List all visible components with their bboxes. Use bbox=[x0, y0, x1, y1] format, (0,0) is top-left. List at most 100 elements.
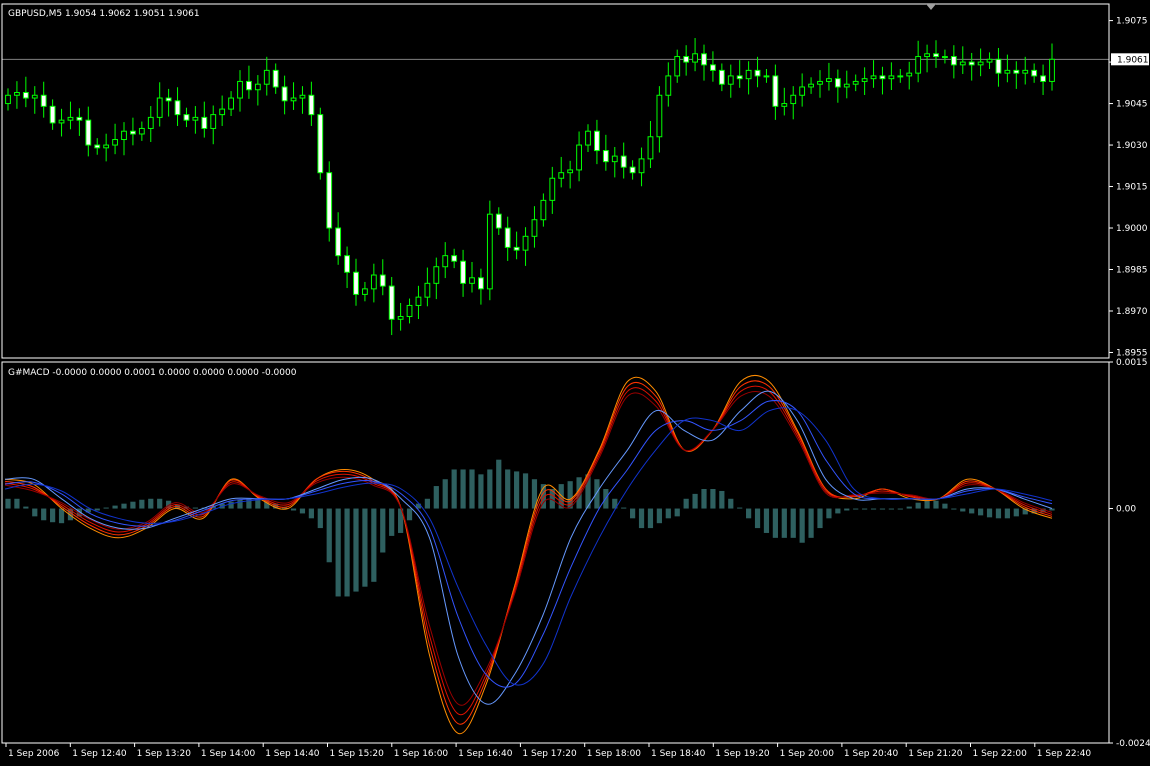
candle-body bbox=[424, 282, 431, 298]
candle-body bbox=[852, 80, 859, 85]
macd-histogram-bar bbox=[1004, 508, 1010, 519]
candle-body bbox=[22, 92, 29, 99]
macd-histogram-bar bbox=[130, 501, 136, 509]
candle-body bbox=[290, 97, 297, 102]
candle-body bbox=[629, 166, 636, 174]
candle-body bbox=[486, 213, 493, 290]
time-axis-label: 1 Sep 12:40 bbox=[72, 749, 127, 759]
macd-histogram-bar bbox=[933, 500, 939, 509]
macd-histogram-bar bbox=[897, 508, 903, 510]
time-axis-label: 1 Sep 18:40 bbox=[651, 749, 706, 759]
candle-body bbox=[67, 116, 74, 121]
price-scale-label: 1.9030 bbox=[1116, 141, 1148, 151]
candle-body bbox=[335, 227, 342, 257]
macd-histogram-bar bbox=[505, 469, 511, 509]
candle-body bbox=[692, 53, 698, 63]
macd-histogram-bar bbox=[862, 508, 868, 510]
candle-body bbox=[254, 83, 261, 91]
candle-body bbox=[397, 316, 404, 320]
macd-histogram-bar bbox=[424, 498, 430, 509]
candle-body bbox=[228, 97, 234, 110]
candle-body bbox=[210, 114, 217, 129]
price-scale-label: 1.8955 bbox=[1116, 348, 1148, 358]
candle-body bbox=[959, 61, 966, 66]
candle-body bbox=[897, 75, 904, 78]
macd-histogram-bar bbox=[665, 508, 671, 519]
macd-histogram-bar bbox=[317, 508, 323, 529]
macd-histogram-bar bbox=[139, 499, 145, 509]
candle-body bbox=[585, 130, 591, 146]
candle-body bbox=[49, 105, 56, 124]
macd-histogram-bar bbox=[478, 474, 484, 509]
macd-histogram-bar bbox=[817, 508, 823, 529]
candle-body bbox=[531, 219, 538, 237]
candle-body bbox=[763, 75, 770, 78]
candle-body bbox=[388, 285, 395, 320]
candle-body bbox=[379, 274, 386, 287]
candle-body bbox=[85, 119, 92, 146]
candle-body bbox=[602, 150, 609, 163]
macd-histogram-bar bbox=[790, 508, 796, 538]
candle-body bbox=[362, 288, 368, 295]
price-scale-label: 1.9075 bbox=[1116, 17, 1148, 27]
candle-body bbox=[826, 78, 832, 82]
candle-body bbox=[478, 277, 484, 290]
macd-histogram-bar bbox=[389, 508, 395, 536]
macd-histogram-bar bbox=[647, 508, 654, 529]
candle-body bbox=[683, 56, 690, 63]
macd-histogram-bar bbox=[326, 508, 332, 563]
candle-body bbox=[888, 75, 895, 80]
candle-body bbox=[415, 296, 422, 306]
time-axis-label: 1 Sep 20:00 bbox=[780, 749, 835, 759]
candle-body bbox=[344, 255, 350, 273]
macd-histogram-bar bbox=[808, 508, 814, 538]
macd-histogram-bar bbox=[192, 507, 198, 509]
macd-histogram-bar bbox=[951, 508, 957, 510]
candle-body bbox=[620, 155, 627, 168]
macd-histogram-bar bbox=[290, 508, 297, 511]
macd-histogram-bar bbox=[1049, 508, 1055, 511]
price-scale-label: 1.9000 bbox=[1116, 224, 1148, 234]
candle-body bbox=[656, 94, 663, 138]
macd-histogram-bar bbox=[853, 508, 859, 510]
macd-histogram-bar bbox=[915, 502, 921, 509]
candle-body bbox=[808, 83, 814, 88]
candle-body bbox=[594, 130, 600, 152]
macd-histogram-bar bbox=[121, 503, 127, 509]
indicator-scale-label: 0.0015 bbox=[1116, 358, 1148, 368]
candle-body bbox=[130, 130, 136, 135]
candle-body bbox=[183, 114, 190, 121]
macd-histogram-bar bbox=[371, 508, 377, 582]
macd-histogram-bar bbox=[58, 508, 65, 524]
macd-histogram-bar bbox=[228, 501, 234, 509]
candle-body bbox=[567, 169, 574, 174]
candle-body bbox=[308, 94, 315, 116]
macd-histogram-bar bbox=[5, 498, 11, 509]
macd-histogram-bar bbox=[594, 479, 600, 509]
candle-body bbox=[504, 227, 511, 248]
macd-histogram-bar bbox=[353, 508, 359, 592]
candle-body bbox=[1040, 75, 1046, 82]
macd-histogram-bar bbox=[781, 508, 787, 538]
macd-histogram-bar bbox=[487, 469, 493, 509]
time-axis-label: 1 Sep 14:00 bbox=[201, 749, 256, 759]
candle-body bbox=[817, 80, 823, 85]
candle-body bbox=[834, 78, 841, 88]
macd-histogram-bar bbox=[906, 506, 912, 509]
candle-body bbox=[576, 144, 582, 171]
candle-body bbox=[495, 213, 502, 229]
candle-body bbox=[549, 177, 556, 201]
macd-histogram-bar bbox=[496, 459, 502, 509]
candle-body bbox=[442, 255, 449, 268]
candle-body bbox=[879, 75, 886, 80]
macd-histogram-bar bbox=[406, 508, 413, 521]
candle-body bbox=[192, 116, 199, 121]
macd-histogram-bar bbox=[772, 508, 778, 538]
macd-histogram-bar bbox=[148, 498, 154, 509]
candle-body bbox=[558, 172, 565, 179]
candle-body bbox=[718, 69, 725, 85]
chart-canvas: 1.90751.90601.90451.90301.90151.90001.89… bbox=[0, 0, 1150, 766]
candle-body bbox=[727, 75, 734, 85]
candle-body bbox=[406, 304, 413, 318]
macd-histogram-bar bbox=[308, 508, 314, 519]
